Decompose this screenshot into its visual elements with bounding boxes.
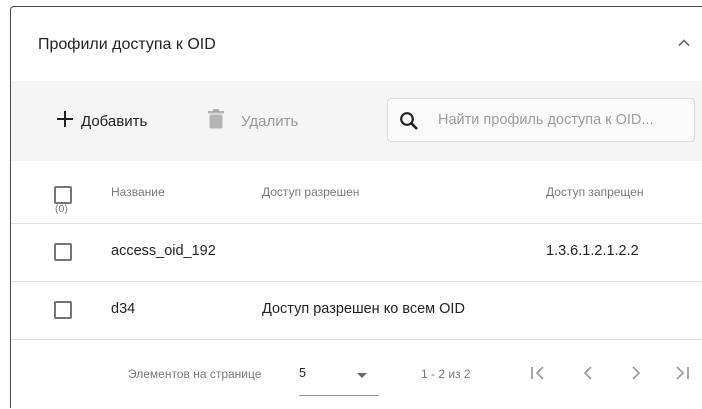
delete-button[interactable]: Удалить	[207, 102, 298, 140]
card-title: Профили доступа к OID	[38, 36, 216, 53]
column-header-name[interactable]: Название	[111, 185, 165, 199]
column-header-denied[interactable]: Доступ запрещен	[546, 185, 643, 199]
oid-access-profiles-card: Профили доступа к OID Добавить Удалить Н…	[10, 6, 702, 408]
plus-icon	[55, 109, 75, 134]
cell-name: access_oid_192	[111, 243, 216, 259]
delete-button-label: Удалить	[241, 112, 299, 130]
page-size-value: 5	[299, 366, 306, 380]
chevron-left-icon	[577, 366, 599, 388]
paginator: Элементов на странице 5 1 - 2 из 2	[11, 339, 702, 409]
prev-page-button[interactable]	[577, 362, 599, 384]
table-row[interactable]: access_oid_192 1.3.6.1.2.1.2.2	[11, 224, 702, 282]
cell-allowed: Доступ разрешен ко всем OID	[262, 301, 465, 317]
table-row[interactable]: d34 Доступ разрешен ко всем OID	[11, 282, 702, 340]
cell-denied: 1.3.6.1.2.1.2.2	[546, 243, 639, 259]
selected-count: (0)	[55, 203, 68, 215]
chevron-right-icon	[625, 366, 647, 388]
items-per-page-label: Элементов на странице	[128, 367, 262, 381]
row-checkbox[interactable]	[54, 301, 72, 319]
add-button[interactable]: Добавить	[55, 102, 147, 140]
trash-icon	[207, 108, 225, 134]
row-checkbox[interactable]	[54, 243, 72, 261]
toolbar: Добавить Удалить	[11, 81, 702, 161]
table-header-row: (0) Название Доступ разрешен Доступ запр…	[11, 161, 702, 224]
chevron-up-icon[interactable]	[677, 36, 691, 50]
add-button-label: Добавить	[81, 112, 148, 130]
card-header[interactable]: Профили доступа к OID	[11, 7, 702, 81]
first-page-icon	[528, 366, 550, 388]
last-page-button[interactable]	[670, 362, 692, 384]
search-input[interactable]	[438, 109, 690, 131]
select-all-checkbox[interactable]	[54, 186, 72, 204]
cell-name: d34	[111, 301, 136, 317]
range-label: 1 - 2 из 2	[421, 367, 471, 381]
page-size-select[interactable]: 5	[299, 359, 379, 396]
first-page-button[interactable]	[528, 362, 550, 384]
last-page-icon	[670, 366, 692, 388]
next-page-button[interactable]	[625, 362, 647, 384]
column-header-allowed[interactable]: Доступ разрешен	[262, 185, 359, 199]
search-field[interactable]	[387, 98, 695, 142]
